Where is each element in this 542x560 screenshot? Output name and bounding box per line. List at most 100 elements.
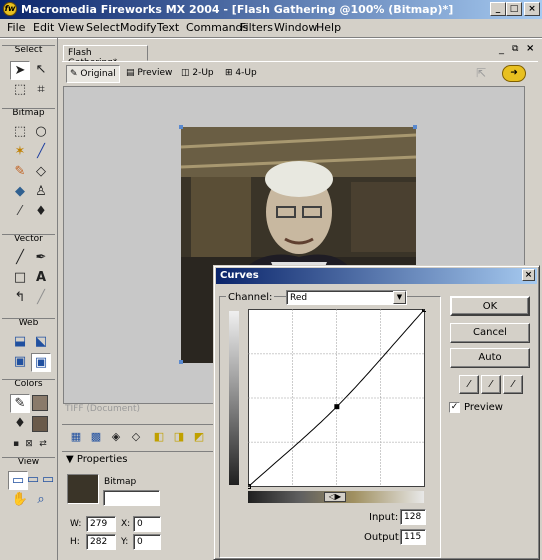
menu-select[interactable]: Select: [86, 21, 120, 34]
two-up-view-button[interactable]: ◫ 2-Up: [178, 65, 217, 83]
document-status: TIFF (Document): [65, 404, 141, 414]
gray-eyedropper-icon[interactable]: ⁄: [481, 375, 501, 394]
fill-color-swatch[interactable]: [32, 416, 48, 432]
pencil-tool-icon[interactable]: ✎: [10, 163, 30, 182]
menu-text[interactable]: Text: [157, 21, 179, 34]
crop-tool-icon[interactable]: ⌗: [31, 81, 51, 100]
black-eyedropper-icon[interactable]: ⁄: [459, 375, 479, 394]
hide-slices-icon[interactable]: ▣: [10, 353, 30, 372]
pointer-tool-icon[interactable]: ➤: [10, 61, 30, 80]
ok-button[interactable]: OK: [450, 296, 530, 316]
menu-window[interactable]: Window: [274, 21, 317, 34]
modify-toolbar: ▦ ▩ ◈ ◇ ◧ ◨ ◩: [62, 424, 214, 449]
four-up-view-button[interactable]: ⊞ 4-Up: [222, 65, 260, 83]
quick-export-icon[interactable]: ⇱: [476, 66, 486, 80]
slice-tool-icon[interactable]: ⬕: [31, 333, 51, 352]
chevron-down-icon[interactable]: ▼: [393, 291, 406, 304]
doc-restore-icon[interactable]: ⧉: [512, 44, 518, 54]
original-label: Original: [80, 69, 116, 79]
bring-to-front-icon[interactable]: ◧: [149, 428, 169, 447]
width-field[interactable]: 279: [86, 516, 116, 532]
doc-minimize-icon[interactable]: _: [499, 44, 504, 55]
zoom-tool-icon[interactable]: ⌕: [31, 491, 51, 510]
object-name-field[interactable]: [103, 490, 160, 506]
menu-view[interactable]: View: [58, 21, 84, 34]
text-tool-icon[interactable]: A: [31, 269, 51, 288]
bitmap-thumbnail: [67, 474, 99, 504]
cancel-button[interactable]: Cancel: [450, 323, 530, 343]
scale-tool-icon[interactable]: ⬚: [10, 81, 30, 100]
curve-graph[interactable]: [248, 309, 426, 489]
selection-handle-tr[interactable]: [413, 125, 417, 129]
send-to-back-icon[interactable]: ◨: [169, 428, 189, 447]
channel-select[interactable]: Red ▼: [286, 290, 407, 305]
curves-dialog: Curves × Channel: Red ▼ ◁▶ Input: 128 Ou…: [213, 265, 540, 560]
channel-label: Channel:: [226, 292, 275, 303]
knife-tool-icon[interactable]: ╱: [31, 289, 51, 308]
white-eyedropper-icon[interactable]: ⁄: [503, 375, 523, 394]
blur-tool-icon[interactable]: ◆: [10, 183, 30, 202]
hand-tool-icon[interactable]: ✋: [10, 491, 30, 510]
menu-modify[interactable]: Modify: [120, 21, 156, 34]
menu-filters[interactable]: Filters: [240, 21, 273, 34]
eyedropper-tool-icon[interactable]: ⁄: [10, 203, 30, 222]
lasso-tool-icon[interactable]: ○: [31, 123, 51, 142]
magic-wand-tool-icon[interactable]: ✶: [10, 143, 30, 162]
freeform-tool-icon[interactable]: ↰: [10, 289, 30, 308]
menu-commands[interactable]: Commands: [186, 21, 248, 34]
group-icon[interactable]: ▦: [66, 428, 86, 447]
curve-selected-point[interactable]: [334, 404, 340, 410]
section-colors-label: Colors: [0, 379, 57, 394]
section-web-label: Web: [0, 318, 57, 333]
menu-edit[interactable]: Edit: [33, 21, 54, 34]
x-field[interactable]: 0: [133, 516, 161, 532]
stroke-color-icon[interactable]: ✎: [10, 394, 30, 413]
doc-close-icon[interactable]: ×: [526, 43, 534, 54]
selection-handle-tl[interactable]: [179, 125, 183, 129]
curve-slider-arrows[interactable]: ◁▶: [324, 492, 346, 502]
line-tool-icon[interactable]: ╱: [10, 249, 30, 268]
paint-bucket-tool-icon[interactable]: ♦: [31, 203, 51, 222]
height-field[interactable]: 282: [86, 534, 116, 550]
stroke-color-swatch[interactable]: [32, 395, 48, 411]
align-icon[interactable]: ◩: [189, 428, 209, 447]
four-up-label: 4-Up: [235, 68, 257, 78]
split-icon[interactable]: ◇: [126, 428, 146, 447]
launch-flash-icon[interactable]: ➜: [502, 65, 526, 82]
original-view-button[interactable]: ✎ Original: [66, 65, 120, 83]
app-title-bar: fw Macromedia Fireworks MX 2004 - [Flash…: [0, 0, 542, 19]
eraser-tool-icon[interactable]: ◇: [31, 163, 51, 182]
preview-view-button[interactable]: ▤ Preview: [123, 65, 175, 83]
output-field[interactable]: 115: [400, 529, 426, 545]
input-field[interactable]: 128: [400, 509, 426, 525]
subselection-tool-icon[interactable]: ↖: [31, 61, 51, 80]
auto-button[interactable]: Auto: [450, 348, 530, 368]
pen-tool-icon[interactable]: ✒: [31, 249, 51, 268]
document-view-bar: ✎ Original ▤ Preview ◫ 2-Up ⊞ 4-Up ⇱ ➜: [62, 61, 538, 85]
fill-color-icon[interactable]: ♦: [10, 415, 30, 434]
brush-tool-icon[interactable]: ╱: [31, 143, 51, 162]
selection-handle-bl[interactable]: [179, 360, 183, 364]
swap-colors-icon[interactable]: ⇄: [33, 435, 53, 454]
preview-checkbox[interactable]: ✓: [449, 402, 460, 413]
maximize-button[interactable]: □: [506, 2, 522, 16]
properties-panel-header[interactable]: ▼ Properties: [62, 451, 214, 467]
marquee-tool-icon[interactable]: ⬚: [10, 123, 30, 142]
rubber-stamp-tool-icon[interactable]: ♙: [31, 183, 51, 202]
join-icon[interactable]: ◈: [106, 428, 126, 447]
hotspot-tool-icon[interactable]: ⬓: [10, 333, 30, 352]
close-button[interactable]: ×: [524, 2, 540, 16]
full-screen-icon[interactable]: ▭: [38, 471, 58, 490]
ungroup-icon[interactable]: ▩: [86, 428, 106, 447]
y-field[interactable]: 0: [133, 534, 161, 550]
rectangle-tool-icon[interactable]: □: [10, 269, 30, 288]
document-tab[interactable]: Flash Gathering*: [63, 45, 148, 68]
menu-file[interactable]: File: [7, 21, 25, 34]
object-type-label: Bitmap: [104, 477, 137, 487]
show-slices-icon[interactable]: ▣: [31, 353, 51, 372]
curves-close-button[interactable]: ×: [522, 269, 535, 281]
minimize-button[interactable]: _: [490, 2, 506, 16]
window-title: Macromedia Fireworks MX 2004 - [Flash Ga…: [21, 3, 454, 16]
section-bitmap-label: Bitmap: [0, 108, 57, 123]
menu-help[interactable]: Help: [316, 21, 341, 34]
